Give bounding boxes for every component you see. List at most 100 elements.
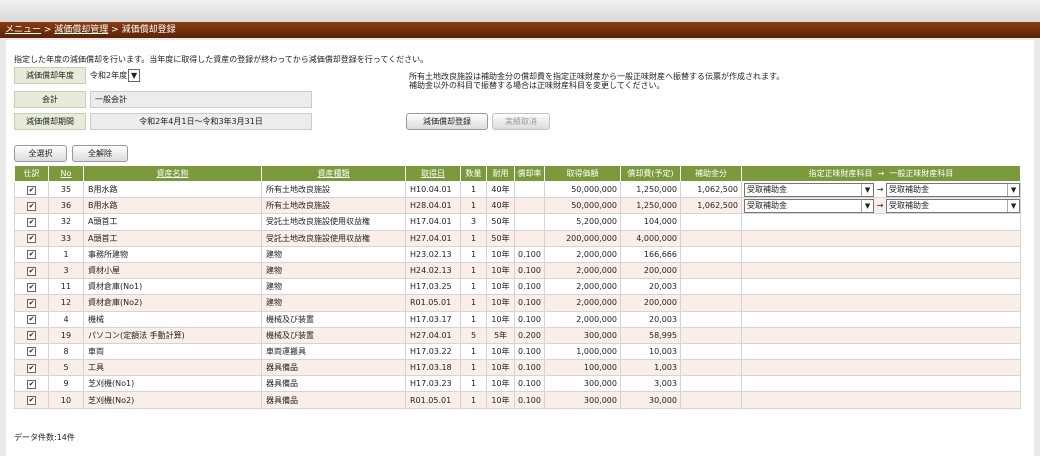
journal-checkbox[interactable]: ✔ <box>14 278 49 296</box>
main-panel: 指定した年度の減価償却を行います。当年度に取得した資産の登録が終わってから減価償… <box>6 40 1034 456</box>
designated-account-select[interactable]: 受取補助金 ▼ <box>744 198 875 213</box>
chevron-down-icon[interactable]: ▼ <box>1007 199 1019 212</box>
cell-subsidy <box>680 229 742 247</box>
chevron-down-icon[interactable]: ▼ <box>1007 183 1019 196</box>
cell-subsidy <box>680 359 742 377</box>
cell-asset-type: 機械及び装置 <box>261 326 406 344</box>
header-asset-type[interactable]: 資産種類 <box>261 165 406 182</box>
check-icon[interactable]: ✔ <box>27 363 36 373</box>
cell-subsidy: 1,062,500 <box>680 180 742 199</box>
cell-accounts <box>741 213 1021 231</box>
check-icon[interactable]: ✔ <box>27 185 36 195</box>
cell-depreciation: 166,666 <box>620 245 681 263</box>
journal-checkbox[interactable]: ✔ <box>14 375 49 393</box>
journal-checkbox[interactable]: ✔ <box>14 197 49 215</box>
check-icon[interactable]: ✔ <box>27 298 36 308</box>
cell-accounts <box>741 391 1021 409</box>
designated-account-select[interactable]: 受取補助金 ▼ <box>744 182 875 197</box>
cell-asset-type: 車両運搬具 <box>261 342 406 361</box>
cell-rate: 0.100 <box>514 310 545 328</box>
journal-checkbox[interactable]: ✔ <box>14 261 49 280</box>
general-account-value: 受取補助金 <box>888 201 929 211</box>
cell-depreciation: 4,000,000 <box>620 229 681 247</box>
cell-accounts <box>741 326 1021 344</box>
cell-depreciation: 20,003 <box>620 278 681 296</box>
chevron-down-icon[interactable]: ▼ <box>128 69 141 82</box>
cell-rate <box>514 180 545 199</box>
cell-useful-life: 10年 <box>486 261 515 280</box>
journal-checkbox[interactable]: ✔ <box>14 294 49 312</box>
journal-checkbox[interactable]: ✔ <box>14 326 49 344</box>
check-icon[interactable]: ✔ <box>27 282 36 292</box>
cell-quantity: 1 <box>460 197 487 215</box>
chevron-down-icon[interactable]: ▼ <box>861 199 873 212</box>
breadcrumb-parent-link[interactable]: 減価償却管理 <box>54 25 108 35</box>
check-icon[interactable]: ✔ <box>27 331 36 341</box>
journal-checkbox[interactable]: ✔ <box>14 359 49 377</box>
register-depreciation-button[interactable]: 減価償却登録 <box>406 113 488 130</box>
check-icon[interactable]: ✔ <box>27 217 36 227</box>
cell-subsidy <box>680 278 742 296</box>
check-icon[interactable]: ✔ <box>27 347 36 357</box>
check-icon[interactable]: ✔ <box>27 201 36 211</box>
cell-quantity: 1 <box>460 359 487 377</box>
cell-subsidy: 1,062,500 <box>680 197 742 215</box>
journal-checkbox[interactable]: ✔ <box>14 229 49 247</box>
cell-no: 1 <box>48 245 84 263</box>
cell-quantity: 1 <box>460 310 487 328</box>
check-icon[interactable]: ✔ <box>27 234 36 244</box>
table-row: ✔ 12 資材倉庫(No2) 建物 R01.05.01 1 10年 0.100 2,000,00… <box>14 294 1021 312</box>
header-no[interactable]: No <box>48 165 84 182</box>
journal-checkbox[interactable]: ✔ <box>14 391 49 409</box>
cell-asset-type: 建物 <box>261 245 406 263</box>
cell-asset-name: 資材小屋 <box>83 261 262 280</box>
year-select[interactable]: 令和2年度 ▼ <box>90 67 141 84</box>
check-icon[interactable]: ✔ <box>27 379 36 389</box>
cell-depreciation: 30,000 <box>620 391 681 409</box>
select-all-button[interactable]: 全選択 <box>14 145 67 162</box>
table-row: ✔ 33 A頭首工 受託土地改良施設使用収益権 H27.04.01 1 50年 200,000… <box>14 229 1021 247</box>
check-icon[interactable]: ✔ <box>27 266 36 276</box>
cell-asset-type: 所有土地改良施設 <box>261 197 406 215</box>
cell-subsidy <box>680 310 742 328</box>
cell-asset-type: 器具備品 <box>261 375 406 393</box>
check-icon[interactable]: ✔ <box>27 250 36 260</box>
cell-accounts <box>741 261 1021 280</box>
notice-line: 所有土地改良施設は補助金分の償却費を指定正味財産から一般正味財産へ振替する伝票が… <box>409 72 785 81</box>
cell-depreciation: 200,000 <box>620 294 681 312</box>
deselect-all-button[interactable]: 全解除 <box>72 145 128 162</box>
general-account-select[interactable]: 受取補助金 ▼ <box>885 182 1020 197</box>
table-row: ✔ 10 芝刈機(No2) 器具備品 R01.05.01 1 10年 0.100 300,000… <box>14 391 1021 409</box>
cell-accounts <box>741 375 1021 393</box>
cell-cost: 300,000 <box>544 326 621 344</box>
check-icon[interactable]: ✔ <box>27 315 36 325</box>
cell-cost: 300,000 <box>544 375 621 393</box>
journal-checkbox[interactable]: ✔ <box>14 180 49 199</box>
header-asset-name[interactable]: 資産名称 <box>83 165 262 182</box>
cell-acquired-date: H17.03.22 <box>405 342 461 361</box>
journal-checkbox[interactable]: ✔ <box>14 310 49 328</box>
cell-quantity: 1 <box>460 229 487 247</box>
cell-useful-life: 40年 <box>486 197 515 215</box>
journal-checkbox[interactable]: ✔ <box>14 342 49 361</box>
cell-depreciation: 104,000 <box>620 213 681 231</box>
cell-rate: 0.100 <box>514 391 545 409</box>
check-icon[interactable]: ✔ <box>27 396 36 406</box>
header-acquired-date[interactable]: 取得日 <box>405 165 461 182</box>
chevron-down-icon[interactable]: ▼ <box>861 183 873 196</box>
breadcrumb-menu-link[interactable]: メニュー <box>5 25 41 35</box>
general-account-select[interactable]: 受取補助金 ▼ <box>885 198 1020 213</box>
cell-rate <box>514 213 545 231</box>
journal-checkbox[interactable]: ✔ <box>14 213 49 231</box>
cell-useful-life: 10年 <box>486 278 515 296</box>
cell-rate: 0.100 <box>514 375 545 393</box>
asset-table: 仕訳 No 資産名称 資産種類 取得日 数量 耐用 償却率 取得価額 償却費(予… <box>14 165 1021 409</box>
cell-subsidy <box>680 213 742 231</box>
cell-subsidy <box>680 294 742 312</box>
cancel-results-button[interactable]: 実績取消 <box>492 113 550 130</box>
cell-subsidy <box>680 391 742 409</box>
cell-useful-life: 50年 <box>486 213 515 231</box>
cell-subsidy <box>680 261 742 280</box>
journal-checkbox[interactable]: ✔ <box>14 245 49 263</box>
cell-no: 36 <box>48 197 84 215</box>
